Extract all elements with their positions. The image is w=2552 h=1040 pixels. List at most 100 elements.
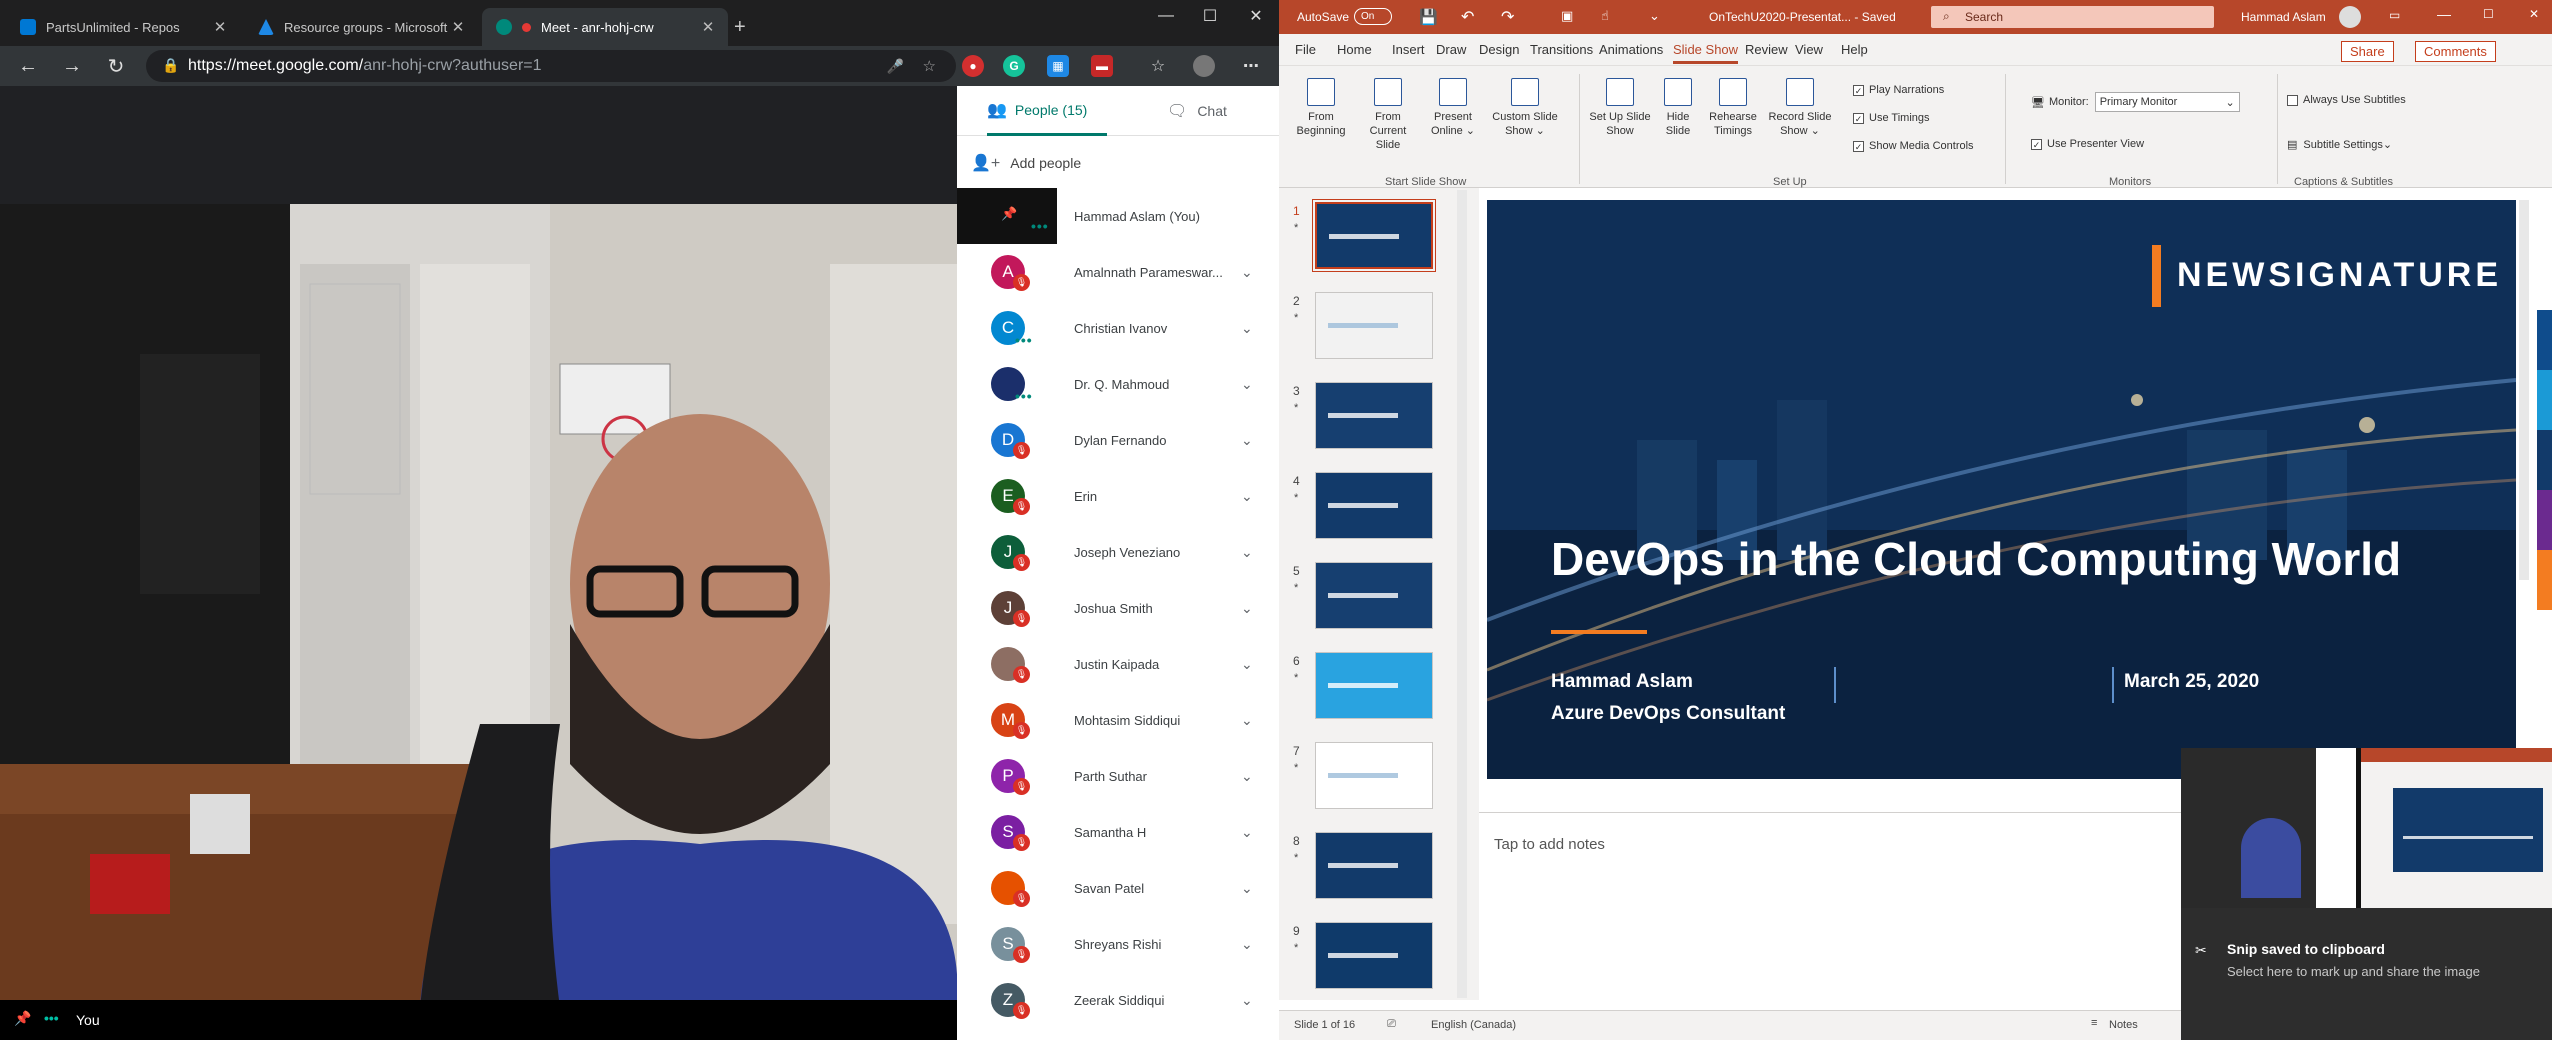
minimize-icon[interactable]: — xyxy=(1143,0,1189,32)
reload-icon[interactable]: ↻ xyxy=(100,50,132,82)
tab-chat[interactable]: 🗨 Chat xyxy=(1167,86,1257,136)
participant-row[interactable]: P 🎙 Parth Suthar ⌄ xyxy=(957,748,1279,804)
chevron-down-icon[interactable]: ⌄ xyxy=(1241,432,1253,449)
from-beginning-icon[interactable]: ▣ xyxy=(1561,8,1573,24)
show-media-checkbox[interactable]: ✓ Show Media Controls xyxy=(1853,140,1974,152)
close-icon[interactable]: ✕ xyxy=(210,18,230,36)
chevron-down-icon[interactable]: ⌄ xyxy=(1241,544,1253,561)
close-icon[interactable]: ✕ xyxy=(448,18,468,36)
extension-icon[interactable]: ● xyxy=(962,55,984,77)
ribbon-tab[interactable]: Animations xyxy=(1599,42,1663,57)
bookmark-icon[interactable]: ☆ xyxy=(1147,55,1169,77)
participant-row[interactable]: ••• 📌 Hammad Aslam (You) xyxy=(957,188,1279,244)
forward-icon[interactable]: → xyxy=(56,50,88,82)
from-current-button[interactable]: From Current Slide xyxy=(1357,78,1419,152)
restore-icon[interactable]: ☐ xyxy=(2483,7,2494,21)
slide-thumbnail[interactable] xyxy=(1315,922,1433,989)
tab-people[interactable]: 👥 People (15) xyxy=(987,86,1107,136)
grammarly-icon[interactable]: G xyxy=(1003,55,1025,77)
chevron-down-icon[interactable]: ⌄ xyxy=(1241,656,1253,673)
monitor-dropdown[interactable]: Primary Monitor ⌄ xyxy=(2094,92,2240,112)
record-button[interactable]: Record Slide Show ⌄ xyxy=(1767,78,1833,138)
search-box[interactable]: ⌕ Search xyxy=(1931,6,2214,28)
play-narrations-checkbox[interactable]: ✓ Play Narrations xyxy=(1853,84,1944,96)
chevron-down-icon[interactable]: ⌄ xyxy=(1241,376,1253,393)
slide-thumbnail[interactable] xyxy=(1315,652,1433,719)
chevron-down-icon[interactable]: ⌄ xyxy=(1241,712,1253,729)
participant-row[interactable]: S 🎙 Shreyans Rishi ⌄ xyxy=(957,916,1279,972)
subtitle-settings-button[interactable]: ▤ Subtitle Settings ⌄ xyxy=(2287,138,2392,152)
menu-dots-icon[interactable]: ⋯ xyxy=(1240,55,1262,77)
ribbon-tab[interactable]: Help xyxy=(1841,42,1868,57)
user-avatar[interactable] xyxy=(2339,6,2361,28)
ribbon-tab[interactable]: Design xyxy=(1479,42,1519,57)
thumbnail-scrollbar[interactable] xyxy=(1457,190,1467,998)
add-people-button[interactable]: 👤+ Add people xyxy=(971,148,1081,178)
back-icon[interactable]: ← xyxy=(12,50,44,82)
ribbon-display-icon[interactable]: ▭ xyxy=(2389,8,2400,22)
participant-row[interactable]: Z 🎙 Zeerak Siddiqui ⌄ xyxy=(957,972,1279,1028)
chevron-down-icon[interactable]: ⌄ xyxy=(1241,488,1253,505)
from-beginning-button[interactable]: From Beginning xyxy=(1293,78,1349,138)
participant-row[interactable]: 🎙 Savan Patel ⌄ xyxy=(957,860,1279,916)
participant-row[interactable]: E 🎙 Erin ⌄ xyxy=(957,468,1279,524)
star-icon[interactable]: ☆ xyxy=(923,57,936,75)
participant-row[interactable]: D 🎙 Dylan Fernando ⌄ xyxy=(957,412,1279,468)
video-extension-icon[interactable]: ▬ xyxy=(1091,55,1113,77)
pin-icon[interactable]: 📌 xyxy=(1001,206,1017,222)
save-icon[interactable]: 💾 xyxy=(1419,8,1438,26)
ribbon-tab[interactable]: Transitions xyxy=(1530,42,1593,57)
tab-parts-unlimited[interactable]: PartsUnlimited - Repos ✕ xyxy=(6,8,240,46)
grid-extension-icon[interactable]: ▦ xyxy=(1047,55,1069,77)
use-timings-checkbox[interactable]: ✓ Use Timings xyxy=(1853,112,1930,124)
share-button[interactable]: Share xyxy=(2341,41,2394,62)
custom-show-button[interactable]: Custom Slide Show ⌄ xyxy=(1487,78,1563,138)
chevron-down-icon[interactable]: ⌄ xyxy=(1241,824,1253,841)
chevron-down-icon[interactable]: ⌄ xyxy=(1241,600,1253,617)
tab-azure[interactable]: Resource groups - Microsoft Azure ✕ xyxy=(244,8,478,46)
redo-icon[interactable]: ↷ xyxy=(1501,7,1514,27)
ribbon-tab[interactable]: Home xyxy=(1337,42,1372,57)
rehearse-button[interactable]: Rehearse Timings xyxy=(1705,78,1761,138)
chevron-down-icon[interactable]: ⌄ xyxy=(1241,264,1253,281)
present-online-button[interactable]: Present Online ⌄ xyxy=(1425,78,1481,138)
slide-thumbnail[interactable] xyxy=(1315,382,1433,449)
participant-row[interactable]: A 🎙 Amalnnath Parameswar... ⌄ xyxy=(957,244,1279,300)
comments-button[interactable]: Comments xyxy=(2415,41,2496,62)
chevron-down-icon[interactable]: ⌄ xyxy=(1241,768,1253,785)
participant-row[interactable]: J 🎙 Joseph Veneziano ⌄ xyxy=(957,524,1279,580)
slide-thumbnail[interactable] xyxy=(1315,562,1433,629)
chevron-down-icon[interactable]: ⌄ xyxy=(1241,992,1253,1009)
new-tab-button[interactable]: + xyxy=(728,8,756,46)
participant-row[interactable]: C ••• Christian Ivanov ⌄ xyxy=(957,300,1279,356)
undo-icon[interactable]: ↶ xyxy=(1461,7,1474,27)
setup-show-button[interactable]: Set Up Slide Show xyxy=(1589,78,1651,138)
participant-row[interactable]: M 🎙 Mohtasim Siddiqui ⌄ xyxy=(957,692,1279,748)
participant-row[interactable]: S 🎙 Samantha H ⌄ xyxy=(957,804,1279,860)
ribbon-tab[interactable]: Slide Show xyxy=(1673,42,1739,64)
ribbon-tab[interactable]: Insert xyxy=(1392,42,1425,57)
autosave-toggle[interactable]: On xyxy=(1354,8,1392,25)
slide-thumbnail[interactable] xyxy=(1315,832,1433,899)
quick-access-icon[interactable]: ⌄ xyxy=(1649,8,1660,24)
touch-mode-icon[interactable]: ☝ xyxy=(1601,8,1609,24)
language-label[interactable]: English (Canada) xyxy=(1431,1019,1516,1031)
participant-row[interactable]: ••• Dr. Q. Mahmoud ⌄ xyxy=(957,356,1279,412)
microphone-icon[interactable]: 🎤 xyxy=(887,58,904,75)
chevron-down-icon[interactable]: ⌄ xyxy=(1241,880,1253,897)
chevron-down-icon[interactable]: ⌄ xyxy=(1241,320,1253,337)
participant-row[interactable]: J 🎙 Joshua Smith ⌄ xyxy=(957,580,1279,636)
monitor-selector[interactable]: 🖥 Monitor: Primary Monitor ⌄ xyxy=(2031,92,2240,112)
slide-thumbnail[interactable] xyxy=(1315,472,1433,539)
slide-thumbnail[interactable] xyxy=(1315,742,1433,809)
minimize-icon[interactable]: — xyxy=(2437,6,2451,22)
participant-row[interactable]: 🎙 Justin Kaipada ⌄ xyxy=(957,636,1279,692)
ribbon-tab[interactable]: View xyxy=(1795,42,1823,57)
slide-scrollbar[interactable] xyxy=(2519,200,2529,580)
notes-button[interactable]: Notes xyxy=(2109,1019,2138,1031)
pin-icon[interactable]: 📌 xyxy=(14,1010,31,1027)
slide-thumbnail[interactable] xyxy=(1312,199,1436,272)
maximize-icon[interactable]: ☐ xyxy=(1187,0,1233,32)
ribbon-tab[interactable]: Review xyxy=(1745,42,1788,57)
presenter-view-checkbox[interactable]: ✓ Use Presenter View xyxy=(2031,138,2144,150)
